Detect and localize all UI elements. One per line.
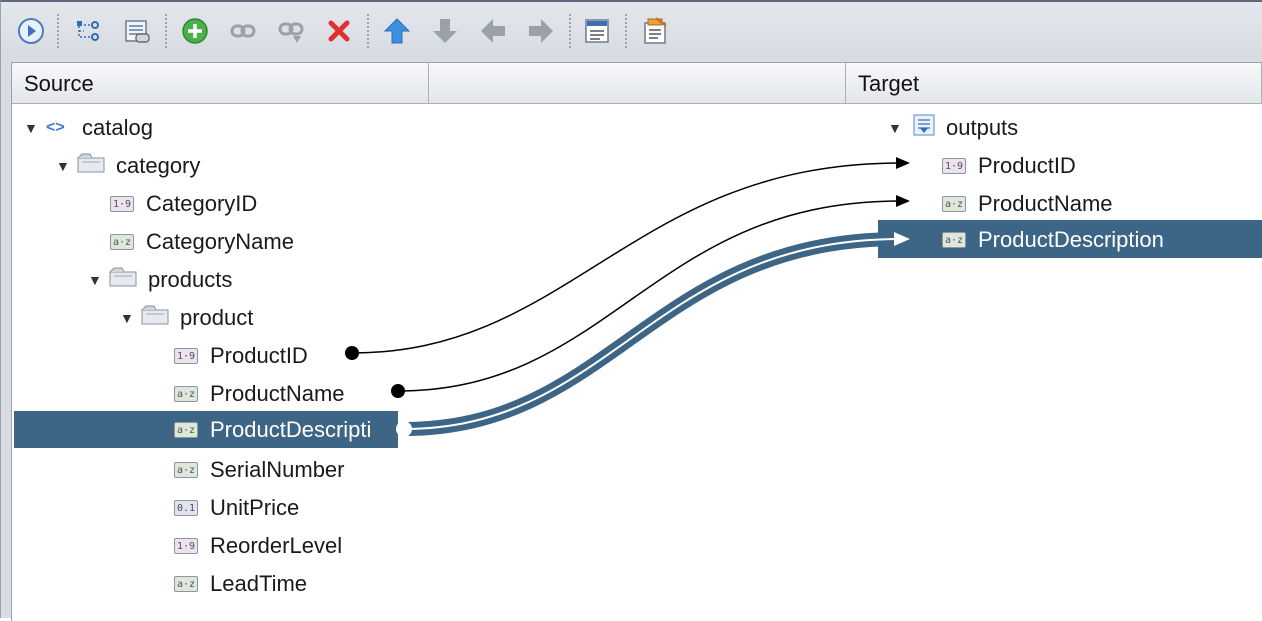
- mapping-line-productname[interactable]: [391, 195, 910, 398]
- run-icon[interactable]: [13, 12, 49, 50]
- link-multi-icon[interactable]: [273, 12, 309, 50]
- move-right-icon[interactable]: [523, 12, 559, 50]
- toolbar-separator: [57, 14, 59, 48]
- toolbar: [1, 2, 1262, 60]
- layout-icon[interactable]: [579, 12, 615, 50]
- toolbar-separator: [569, 14, 571, 48]
- move-up-icon[interactable]: [379, 12, 415, 50]
- toolbar-separator: [625, 14, 627, 48]
- table-link-icon[interactable]: [119, 12, 155, 50]
- mapping-editor: Source Target ▼ <> catalog ▼ category 1·…: [0, 0, 1262, 621]
- link-icon[interactable]: [225, 12, 261, 50]
- mapping-connections: [345, 157, 910, 437]
- mapping-panel: Source Target ▼ <> catalog ▼ category 1·…: [11, 62, 1262, 621]
- toolbar-separator: [165, 14, 167, 48]
- move-left-icon[interactable]: [475, 12, 511, 50]
- add-icon[interactable]: [177, 12, 213, 50]
- toolbar-separator: [367, 14, 369, 48]
- delete-icon[interactable]: [321, 12, 357, 50]
- mapping-line-productdescription-selected[interactable]: [396, 232, 910, 437]
- properties-icon[interactable]: [637, 12, 673, 50]
- move-down-icon[interactable]: [427, 12, 463, 50]
- tree-structure-icon[interactable]: [69, 12, 105, 50]
- mapping-line-productid[interactable]: [345, 157, 910, 360]
